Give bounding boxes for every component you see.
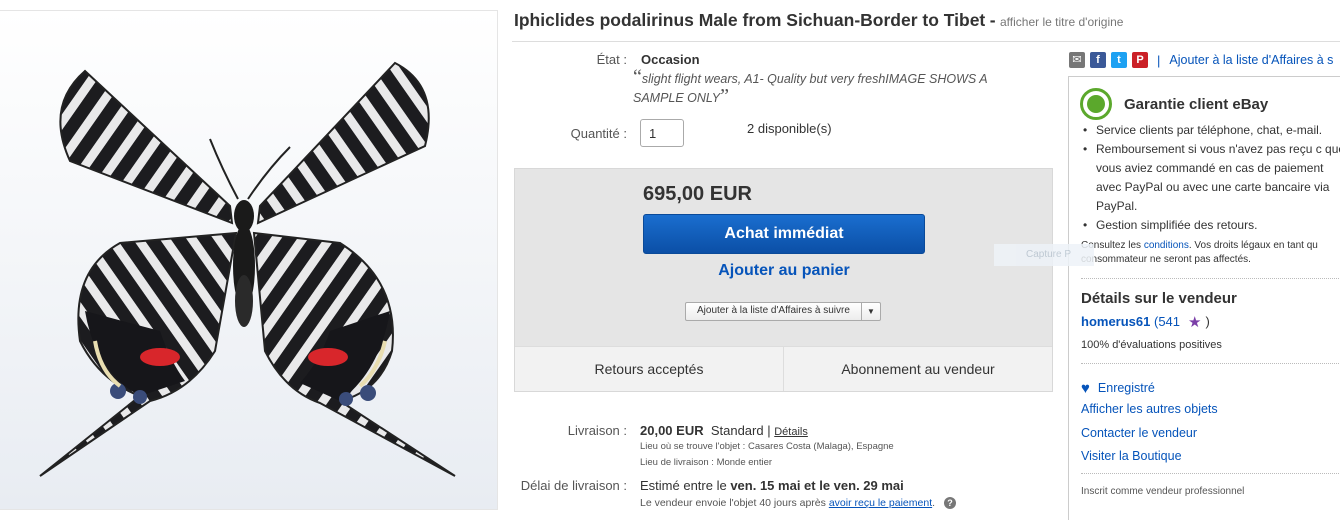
guarantee-item: Remboursement si vous n'avez pas reçu c … — [1081, 140, 1340, 216]
chevron-down-icon[interactable]: ▼ — [862, 303, 880, 320]
title-separator: - — [989, 10, 996, 30]
seller-info: homerus61 (541 ★) — [1081, 313, 1210, 331]
divider — [1081, 473, 1340, 474]
help-icon[interactable]: ? — [943, 497, 956, 510]
payment-received-link[interactable]: avoir reçu le paiement — [829, 497, 932, 509]
add-to-watchlist-dropdown[interactable]: Ajouter à la liste d'Affaires à suivre ▼ — [685, 302, 881, 321]
shipping-cost: 20,00 EUR — [640, 423, 704, 438]
quantity-label: Quantité : — [570, 126, 627, 141]
add-to-cart-button[interactable]: Ajouter au panier — [643, 262, 925, 280]
shipping-pipe: | — [767, 423, 771, 438]
guarantee-item: Gestion simplifiée des retours. — [1081, 216, 1340, 235]
twitter-icon[interactable]: t — [1111, 52, 1127, 68]
guarantee-item: Service clients par téléphone, chat, e-m… — [1081, 121, 1340, 140]
guarantee-list: Service clients par téléphone, chat, e-m… — [1081, 121, 1340, 235]
description-text: slight flight wears, A1- Quality but ver… — [633, 72, 988, 105]
page-title: Iphiclides podalirinus Male from Sichuan… — [514, 10, 986, 30]
buybox-footer: Retours acceptés Abonnement au vendeur — [515, 346, 1052, 391]
condition-label: État : — [596, 52, 627, 67]
positive-feedback: 100% d'évaluations positives — [1081, 339, 1222, 351]
ships-to: Lieu de livraison : Monde entier — [640, 457, 773, 468]
dispatch-prefix: Le vendeur envoie l'objet 40 jours après — [640, 497, 826, 509]
watchlist-dropdown-label: Ajouter à la liste d'Affaires à suivre — [686, 303, 862, 320]
feedback-score[interactable]: (541 — [1154, 314, 1180, 329]
shipping-method: Standard — [710, 423, 764, 438]
original-title-link[interactable]: afficher le titre d'origine — [1000, 15, 1123, 29]
shipping-value: 20,00 EUR Standard | Détails — [640, 423, 808, 438]
feedback-score-close: ) — [1205, 314, 1210, 329]
available-count: 2 disponible(s) — [747, 121, 832, 136]
shipping-details-link[interactable]: Détails — [774, 426, 808, 438]
delivery-prefix: Estimé entre le — [640, 478, 727, 493]
buy-box: 695,00 EUR Achat immédiat Ajouter au pan… — [514, 168, 1053, 392]
buy-now-button[interactable]: Achat immédiat — [643, 214, 925, 254]
share-bar: ✉ f t P | Ajouter à la liste d'Affaires … — [1069, 52, 1333, 68]
heart-icon: ♥ — [1081, 380, 1090, 397]
seller-panel: Garantie client eBay Service clients par… — [1068, 76, 1340, 520]
seller-name-link[interactable]: homerus61 — [1081, 314, 1150, 329]
item-location: Lieu où se trouve l'objet : Casares Cost… — [640, 441, 894, 452]
delivery-estimate: Estimé entre le ven. 15 mai et le ven. 2… — [640, 478, 904, 493]
guarantee-title: Garantie client eBay — [1124, 95, 1269, 113]
product-image[interactable] — [0, 10, 498, 510]
delivery-range: ven. 15 mai et le ven. 29 mai — [730, 478, 904, 493]
professional-seller-note: Inscrit comme vendeur professionnel — [1081, 486, 1245, 497]
delivery-label: Délai de livraison : — [520, 478, 627, 493]
returns-accepted: Retours acceptés — [594, 361, 704, 377]
feedback-star-icon: ★ — [1188, 314, 1202, 331]
divider — [1081, 363, 1340, 364]
butterfly-image — [0, 11, 497, 509]
contact-seller-link[interactable]: Contacter le vendeur — [1081, 426, 1197, 440]
guarantee-header: Garantie client eBay — [1080, 88, 1268, 120]
condition-description: “slight flight wears, A1- Quality but ve… — [633, 67, 1033, 108]
email-icon[interactable]: ✉ — [1069, 52, 1085, 68]
conditions-link[interactable]: conditions — [1144, 240, 1189, 251]
title-divider — [512, 41, 1340, 42]
add-to-watchlist-link[interactable]: Ajouter à la liste d'Affaires à s — [1169, 53, 1333, 67]
pinterest-icon[interactable]: P — [1132, 52, 1148, 68]
divider — [1081, 278, 1340, 279]
seller-title: Détails sur le vendeur — [1081, 290, 1237, 307]
subscribe-seller-button[interactable]: Abonnement au vendeur — [783, 347, 1052, 391]
shipping-label: Livraison : — [567, 423, 627, 438]
facebook-icon[interactable]: f — [1090, 52, 1106, 68]
condition-value: Occasion — [641, 52, 700, 67]
handshake-icon — [1080, 88, 1112, 120]
dispatch-suffix: . — [932, 497, 936, 509]
price: 695,00 EUR — [643, 183, 752, 205]
listing-title: Iphiclides podalirinus Male from Sichuan… — [514, 10, 1123, 31]
capture-tooltip: Capture P — [994, 244, 1094, 266]
guarantee-conditions: Consultez les conditions. Vos droits lég… — [1081, 239, 1340, 267]
close-quote: ” — [720, 85, 729, 107]
saved-seller[interactable]: ♥ Enregistré — [1081, 380, 1155, 397]
see-other-items-link[interactable]: Afficher les autres objets — [1081, 402, 1218, 416]
dispatch-note: Le vendeur envoie l'objet 40 jours après… — [640, 497, 956, 510]
quantity-input[interactable]: 1 — [640, 119, 684, 147]
open-quote: “ — [633, 66, 642, 88]
visit-store-link[interactable]: Visiter la Boutique — [1081, 449, 1182, 463]
share-separator: | — [1157, 52, 1161, 68]
saved-label: Enregistré — [1097, 381, 1155, 395]
